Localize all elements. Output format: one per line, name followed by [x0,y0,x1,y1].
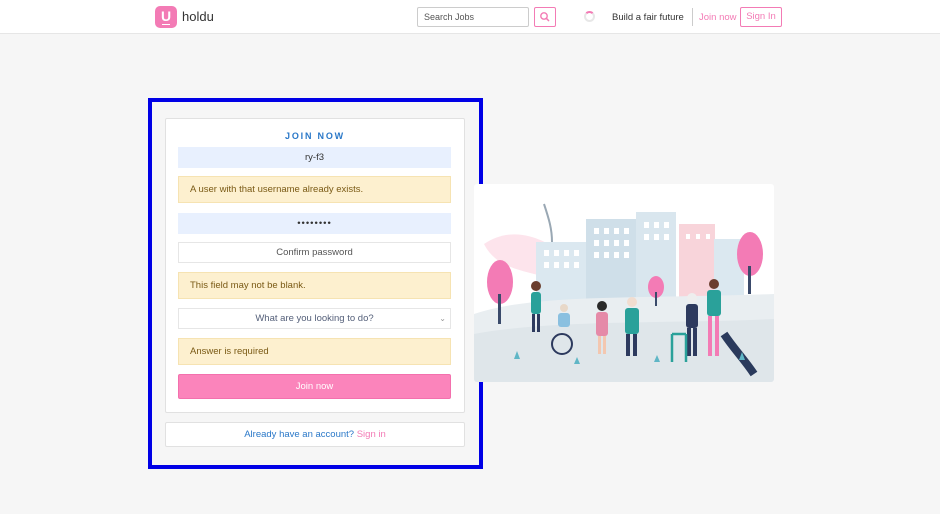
holdu-logo[interactable]: U [155,6,177,28]
top-navbar: U holdu Build a fair future Join now Sig… [0,0,940,34]
search-jobs-input[interactable] [417,7,529,27]
logo-underline [162,23,170,25]
logo-letter: U [160,8,172,24]
tagline[interactable]: Build a fair future [612,12,684,23]
search-button[interactable] [534,7,556,27]
sign-in-button[interactable]: Sign In [740,7,782,27]
city-people-illustration [474,203,774,382]
nav-divider [692,8,693,26]
brand-name[interactable]: holdu [182,9,214,24]
search-icon [540,12,550,22]
community-illustration [474,184,774,382]
highlight-frame [148,98,483,469]
join-now-link[interactable]: Join now [699,12,737,23]
spinner-icon [584,11,595,22]
